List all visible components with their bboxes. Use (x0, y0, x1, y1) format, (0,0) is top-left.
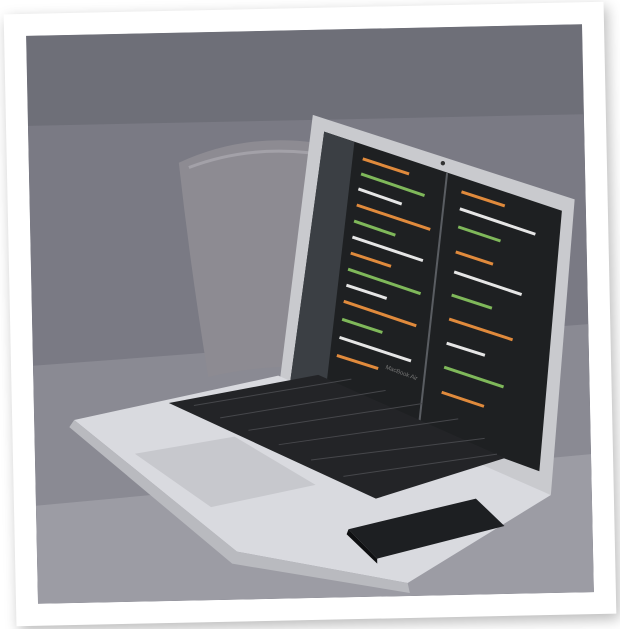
polaroid-frame: MacBook Air (3, 1, 617, 627)
photo: MacBook Air (26, 24, 594, 604)
photo-illustration: MacBook Air (26, 24, 594, 604)
